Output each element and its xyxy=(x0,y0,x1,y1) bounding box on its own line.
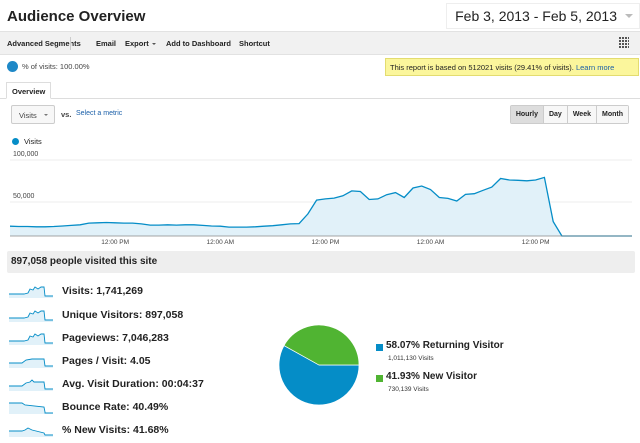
export-label: Export xyxy=(125,39,149,48)
sparkline xyxy=(9,310,53,322)
metric-dropdown[interactable]: Visits xyxy=(11,105,55,124)
metric-label: Pageviews: 7,046,283 xyxy=(62,332,169,344)
legend-swatch-icon xyxy=(376,375,383,382)
metric-label: Unique Visitors: 897,058 xyxy=(62,309,184,321)
x-tick-label: 12:00 PM xyxy=(311,239,339,246)
segment-percent: % of visits: 100.00% xyxy=(22,62,90,71)
legend-swatch-icon xyxy=(376,344,383,351)
chevron-down-icon xyxy=(625,14,633,22)
sparkline xyxy=(9,333,53,345)
date-range-picker[interactable]: Feb 3, 2013 - Feb 5, 2013 xyxy=(446,3,640,29)
y-tick-label: 50,000 xyxy=(13,193,35,200)
sparkline xyxy=(9,358,53,368)
sparkline xyxy=(9,286,53,298)
new-pct-value: 41.93% xyxy=(386,371,420,382)
learn-more-link[interactable]: Learn more xyxy=(576,63,614,72)
add-to-dashboard-button[interactable]: Add to Dashboard xyxy=(166,39,231,48)
returning-visits: 1,011,130 Visits xyxy=(388,355,434,362)
x-tick-label: 12:00 AM xyxy=(417,239,444,246)
new-visits: 730,139 Visits xyxy=(388,386,429,393)
metric-label: Avg. Visit Duration: 00:04:37 xyxy=(62,378,204,390)
summary-bar: 897,058 people visited this site xyxy=(7,251,635,273)
tab-divider xyxy=(0,98,640,99)
export-button[interactable]: Export xyxy=(125,39,156,48)
chevron-down-icon xyxy=(151,43,156,47)
shortcut-button[interactable]: Shortcut xyxy=(239,39,270,48)
period-selector: Hourly Day Week Month xyxy=(509,105,629,124)
metric-label: Pages / Visit: 4.05 xyxy=(62,355,151,367)
visitor-type-pie xyxy=(278,324,360,406)
period-day-button[interactable]: Day xyxy=(542,106,567,123)
visits-chart: 100,000 50,000 12:00 PM 12:00 AM 12:00 PM 1… xyxy=(9,151,633,246)
returning-pct: 58.07% Returning Visitor xyxy=(386,340,504,351)
returning-label: Returning Visitor xyxy=(422,340,504,351)
chevron-down-icon xyxy=(44,114,48,118)
grid-view-icon[interactable] xyxy=(619,37,629,49)
toolbar-divider xyxy=(70,37,71,50)
metric-label: Bounce Rate: 40.49% xyxy=(62,401,169,413)
vs-label: vs. xyxy=(61,110,72,119)
new-pct: 41.93% New Visitor xyxy=(386,371,477,382)
select-metric-link[interactable]: Select a metric xyxy=(76,110,122,117)
tab-overview[interactable]: Overview xyxy=(6,82,52,99)
sparkline xyxy=(9,379,53,391)
metric-label: % New Visits: 41.68% xyxy=(62,424,169,436)
email-button[interactable]: Email xyxy=(96,39,116,48)
toolbar: Advanced Segments Email Export Add to Da… xyxy=(0,31,640,55)
page-title: Audience Overview xyxy=(7,8,146,25)
x-tick-label: 12:00 AM xyxy=(207,239,234,246)
x-tick-label: 12:00 PM xyxy=(101,239,129,246)
sparkline xyxy=(9,427,53,437)
metric-label: Visits: 1,741,269 xyxy=(62,285,143,297)
y-tick-label: 100,000 xyxy=(13,151,38,158)
visits-area xyxy=(10,177,632,236)
period-hourly-button[interactable]: Hourly xyxy=(510,106,543,123)
period-month-button[interactable]: Month xyxy=(596,106,628,123)
notice-text: This report is based on 512021 visits (2… xyxy=(390,63,574,72)
returning-pct-value: 58.07% xyxy=(386,340,420,351)
x-tick-label: 12:00 PM xyxy=(522,239,550,246)
metric-dropdown-value: Visits xyxy=(19,111,37,120)
date-range-text: Feb 3, 2013 - Feb 5, 2013 xyxy=(455,8,617,24)
segment-pie-icon xyxy=(7,61,18,72)
period-week-button[interactable]: Week xyxy=(566,106,596,123)
sparkline xyxy=(9,402,53,414)
new-label: New Visitor xyxy=(422,371,477,382)
legend-marker-icon xyxy=(12,138,19,145)
sampling-notice: This report is based on 512021 visits (2… xyxy=(385,58,639,76)
